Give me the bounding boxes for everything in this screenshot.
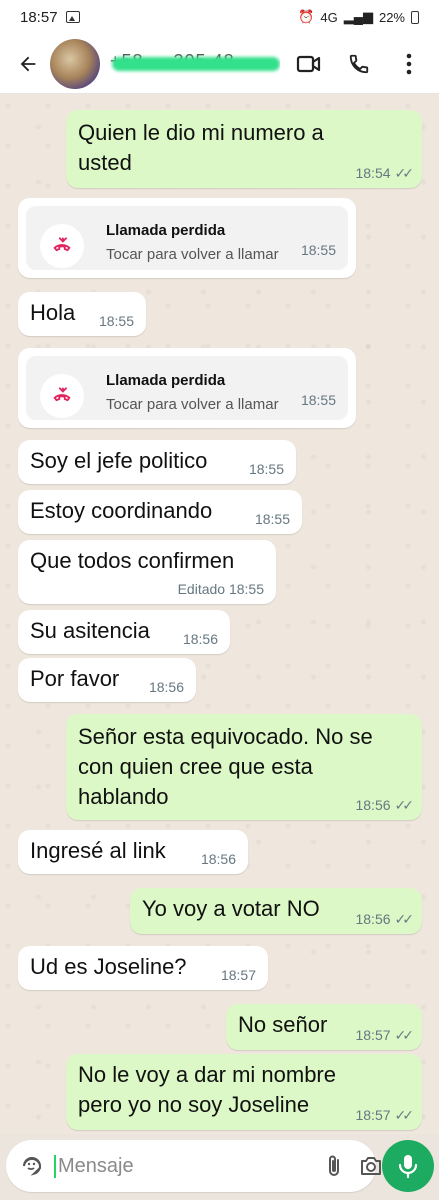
message-time: 18:56 [148,679,184,695]
message-outgoing[interactable]: No le voy a dar mi nombre pero yo no soy… [66,1054,422,1130]
message-text: Por favor [30,666,120,691]
message-time: Editado 18:55 [177,581,264,597]
message-text: Quien le dio mi numero a usted [78,120,324,175]
read-ticks-icon: ✓✓ [394,1027,415,1043]
missed-call-icon [53,237,71,252]
more-options-button[interactable] [393,48,425,80]
back-button[interactable] [10,46,46,82]
message-incoming[interactable]: Estoy coordinando 18:55 [18,490,302,534]
mic-icon [398,1155,418,1179]
camera-icon [361,1157,381,1175]
message-time: 18:55 [254,511,290,527]
missed-call-icon [53,387,71,402]
missed-call-title: Llamada perdida [106,222,226,239]
voice-message-button[interactable] [382,1140,434,1192]
missed-call-card[interactable]: Llamada perdida Tocar para volver a llam… [18,198,356,278]
message-composer [6,1140,381,1192]
alarm-icon: ⏰ [298,9,315,24]
message-text: No le voy a dar mi nombre pero yo no soy… [78,1062,336,1117]
message-text: Estoy coordinando [30,498,213,523]
name-redaction [112,56,280,71]
message-incoming[interactable]: Su asitencia 18:56 [18,610,230,654]
video-call-button[interactable] [293,48,325,80]
gallery-notification-icon [65,11,80,23]
status-bar: 18:57 ⏰ 4G ▂▄▆ 22% [0,0,439,34]
read-ticks-icon: ✓✓ [394,911,415,927]
back-arrow-icon [20,56,36,71]
missed-call-subtitle: Tocar para volver a llamar [106,396,279,413]
read-ticks-icon: ✓✓ [394,1107,415,1123]
message-time: 18:54 [355,165,391,181]
attach-button[interactable] [323,1150,345,1182]
contact-avatar[interactable] [50,38,100,89]
message-text: No señor [238,1012,328,1037]
voice-call-button[interactable] [343,48,375,80]
camera-button[interactable] [359,1150,383,1182]
message-time: 18:56 [182,631,218,647]
network-label: 4G [320,9,338,25]
chat-area[interactable]: Quien le dio mi numero a usted 18:54 ✓✓ L… [0,94,439,1134]
sticker-icon [22,1156,42,1175]
message-time: 18:56 [355,797,391,813]
message-incoming[interactable]: Soy el jefe politico 18:55 [18,440,296,484]
message-time: 18:57 [355,1107,391,1123]
more-vert-icon [406,53,412,74]
phone-icon [349,54,369,73]
message-text: Señor esta equivocado. No se con quien c… [78,724,373,809]
sticker-button[interactable] [20,1150,44,1182]
message-input[interactable] [54,1154,323,1178]
message-text: Que todos confirmen [30,548,235,573]
missed-call-icon-wrap [40,374,84,418]
message-text: Soy el jefe politico [30,448,208,473]
message-text: Ud es Joseline? [30,954,187,979]
missed-call-card[interactable]: Llamada perdida Tocar para volver a llam… [18,348,356,428]
message-time: 18:57 [220,967,256,983]
battery-icon [411,10,419,24]
message-text: Hola [30,300,76,325]
message-text: Ingresé al link [30,838,166,863]
missed-call-title: Llamada perdida [106,372,226,389]
missed-call-subtitle: Tocar para volver a llamar [106,246,279,263]
message-time: 18:56 [355,911,391,927]
message-incoming[interactable]: Hola 18:55 [18,292,146,336]
message-incoming[interactable]: Que todos confirmen Editado 18:55 [18,540,276,604]
message-outgoing[interactable]: Yo voy a votar NO 18:56 ✓✓ [130,888,422,934]
message-time: 18:56 [200,851,236,867]
message-incoming[interactable]: Ud es Joseline? 18:57 [18,946,268,990]
read-ticks-icon: ✓✓ [394,165,415,181]
attach-icon [329,1155,339,1176]
signal-icon: ▂▄▆ [343,9,373,24]
message-outgoing[interactable]: Quien le dio mi numero a usted 18:54 ✓✓ [66,110,422,188]
message-time: 18:57 [355,1027,391,1043]
message-incoming[interactable]: Ingresé al link 18:56 [18,830,248,874]
message-text: Su asitencia [30,618,150,643]
status-time: 18:57 [20,8,58,26]
chat-header: +58 ... 305 48... [0,34,439,94]
message-time: 18:55 [300,242,336,258]
contact-name[interactable]: +58 ... 305 48... [110,51,280,77]
message-incoming[interactable]: Por favor 18:56 [18,658,196,702]
message-outgoing[interactable]: Señor esta equivocado. No se con quien c… [66,714,422,820]
message-text: Yo voy a votar NO [142,896,320,921]
message-time: 18:55 [248,461,284,477]
read-ticks-icon: ✓✓ [394,797,415,813]
message-time: 18:55 [98,313,134,329]
video-call-icon [296,55,321,72]
message-outgoing[interactable]: No señor 18:57 ✓✓ [226,1004,422,1050]
missed-call-icon-wrap [40,224,84,268]
battery-level: 22% [378,9,405,25]
message-time: 18:55 [300,392,336,408]
